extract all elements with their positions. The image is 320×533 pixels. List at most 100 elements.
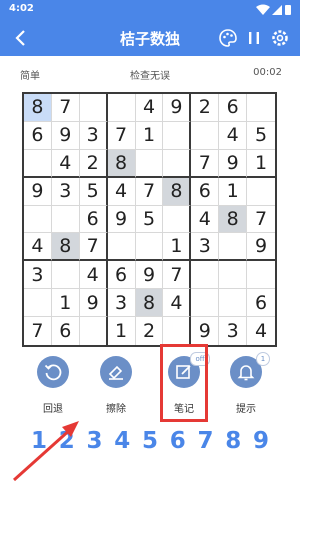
sudoku-cell[interactable] bbox=[51, 261, 80, 290]
sudoku-cell[interactable]: 1 bbox=[135, 121, 164, 150]
settings-icon[interactable] bbox=[270, 28, 290, 48]
sudoku-cell[interactable]: 9 bbox=[135, 261, 164, 290]
action-bar: 回退 擦除 off 笔记 1 提示 bbox=[0, 352, 300, 416]
sudoku-cell[interactable]: 6 bbox=[24, 121, 52, 150]
sudoku-cell[interactable] bbox=[247, 261, 275, 290]
sudoku-cell[interactable]: 6 bbox=[191, 177, 220, 206]
sudoku-cell[interactable]: 4 bbox=[163, 289, 192, 318]
sudoku-cell[interactable]: 6 bbox=[79, 205, 108, 234]
number-key[interactable]: 6 bbox=[167, 428, 189, 458]
sudoku-cell[interactable] bbox=[163, 205, 192, 234]
number-key[interactable]: 2 bbox=[56, 428, 78, 458]
sudoku-cell[interactable]: 6 bbox=[247, 289, 275, 318]
sudoku-cell[interactable] bbox=[24, 149, 52, 178]
sudoku-cell[interactable]: 4 bbox=[191, 205, 220, 234]
sudoku-cell[interactable]: 7 bbox=[107, 121, 136, 150]
sudoku-cell[interactable]: 9 bbox=[79, 289, 108, 318]
sudoku-cell[interactable]: 8 bbox=[107, 149, 136, 178]
hint-button[interactable]: 1 提示 bbox=[216, 352, 276, 416]
sudoku-cell[interactable]: 9 bbox=[219, 149, 248, 178]
number-key[interactable]: 1 bbox=[28, 428, 50, 458]
sudoku-cell[interactable]: 6 bbox=[107, 261, 136, 290]
sudoku-cell[interactable]: 6 bbox=[52, 317, 80, 345]
sudoku-cell[interactable]: 9 bbox=[163, 94, 192, 122]
sudoku-cell[interactable] bbox=[219, 289, 248, 318]
sudoku-cell[interactable]: 7 bbox=[24, 317, 52, 345]
sudoku-cell[interactable]: 2 bbox=[79, 149, 108, 178]
sudoku-cell[interactable]: 2 bbox=[191, 94, 220, 122]
sudoku-cell[interactable]: 3 bbox=[51, 177, 80, 206]
sudoku-cell[interactable] bbox=[51, 205, 80, 234]
sudoku-cell[interactable] bbox=[135, 149, 164, 178]
sudoku-cell[interactable]: 7 bbox=[163, 261, 192, 290]
sudoku-cell[interactable]: 9 bbox=[247, 233, 275, 262]
battery-icon bbox=[285, 5, 291, 15]
sudoku-cell[interactable]: 9 bbox=[191, 317, 220, 345]
sudoku-cell[interactable]: 3 bbox=[191, 233, 220, 262]
sudoku-cell[interactable] bbox=[24, 289, 52, 318]
sudoku-cell[interactable]: 1 bbox=[108, 317, 136, 345]
sudoku-cell[interactable]: 3 bbox=[219, 317, 248, 345]
sudoku-cell[interactable]: 7 bbox=[191, 149, 220, 178]
sudoku-cell[interactable]: 5 bbox=[247, 122, 275, 150]
sudoku-cell[interactable] bbox=[247, 94, 275, 122]
sudoku-cell[interactable] bbox=[135, 233, 164, 262]
sudoku-cell[interactable]: 9 bbox=[51, 121, 80, 150]
sudoku-cell[interactable] bbox=[163, 317, 192, 345]
sudoku-cell[interactable] bbox=[163, 121, 192, 150]
sudoku-cell[interactable]: 7 bbox=[135, 177, 164, 206]
sudoku-cell[interactable] bbox=[191, 261, 220, 290]
palette-icon[interactable] bbox=[218, 28, 238, 48]
sudoku-cell[interactable] bbox=[191, 289, 220, 318]
number-key[interactable]: 3 bbox=[84, 428, 106, 458]
sudoku-cell[interactable]: 1 bbox=[51, 289, 80, 318]
sudoku-cell[interactable] bbox=[80, 317, 108, 345]
sudoku-cell[interactable] bbox=[219, 233, 248, 262]
sudoku-cell[interactable]: 2 bbox=[136, 317, 164, 345]
sudoku-cell[interactable]: 4 bbox=[135, 94, 164, 122]
sudoku-cell[interactable] bbox=[107, 94, 136, 122]
sudoku-cell[interactable]: 3 bbox=[24, 261, 52, 290]
number-key[interactable]: 9 bbox=[250, 428, 272, 458]
pause-icon[interactable] bbox=[244, 28, 264, 48]
sudoku-cell[interactable]: 9 bbox=[107, 205, 136, 234]
number-key[interactable]: 8 bbox=[222, 428, 244, 458]
sudoku-cell[interactable] bbox=[219, 261, 248, 290]
number-key[interactable]: 5 bbox=[139, 428, 161, 458]
sudoku-cell[interactable]: 7 bbox=[51, 94, 80, 122]
sudoku-cell[interactable]: 3 bbox=[79, 121, 108, 150]
sudoku-cell[interactable]: 1 bbox=[219, 177, 248, 206]
sudoku-cell[interactable]: 4 bbox=[79, 261, 108, 290]
sudoku-cell[interactable]: 7 bbox=[247, 206, 275, 234]
sudoku-cell[interactable]: 3 bbox=[107, 289, 136, 318]
sudoku-cell[interactable]: 4 bbox=[247, 317, 275, 345]
sudoku-cell[interactable] bbox=[191, 121, 220, 150]
sudoku-cell[interactable]: 6 bbox=[219, 94, 248, 122]
sudoku-cell[interactable]: 8 bbox=[51, 233, 80, 262]
sudoku-cell[interactable] bbox=[163, 149, 192, 178]
sudoku-cell[interactable]: 4 bbox=[24, 233, 52, 262]
sudoku-cell[interactable] bbox=[79, 94, 108, 122]
sudoku-cell[interactable] bbox=[247, 178, 275, 206]
sudoku-cell[interactable]: 8 bbox=[163, 177, 192, 206]
sudoku-cell[interactable] bbox=[107, 233, 136, 262]
sudoku-cell[interactable]: 7 bbox=[79, 233, 108, 262]
sudoku-cell[interactable]: 5 bbox=[135, 205, 164, 234]
undo-button[interactable]: 回退 bbox=[23, 356, 83, 416]
sudoku-cell[interactable]: 9 bbox=[24, 177, 52, 206]
erase-label: 擦除 bbox=[106, 404, 126, 415]
erase-button[interactable]: 擦除 bbox=[86, 356, 146, 416]
game-timer: 00:02 bbox=[253, 67, 282, 78]
number-key[interactable]: 4 bbox=[111, 428, 133, 458]
number-key[interactable]: 7 bbox=[195, 428, 217, 458]
sudoku-cell[interactable] bbox=[24, 205, 52, 234]
sudoku-cell[interactable]: 8 bbox=[219, 205, 248, 234]
sudoku-cell[interactable]: 8 bbox=[24, 94, 52, 122]
sudoku-cell[interactable]: 1 bbox=[247, 150, 275, 178]
sudoku-cell[interactable]: 4 bbox=[51, 149, 80, 178]
sudoku-cell[interactable]: 8 bbox=[135, 289, 164, 318]
sudoku-cell[interactable]: 4 bbox=[107, 177, 136, 206]
sudoku-cell[interactable]: 1 bbox=[163, 233, 192, 262]
sudoku-cell[interactable]: 5 bbox=[79, 177, 108, 206]
sudoku-cell[interactable]: 4 bbox=[219, 121, 248, 150]
